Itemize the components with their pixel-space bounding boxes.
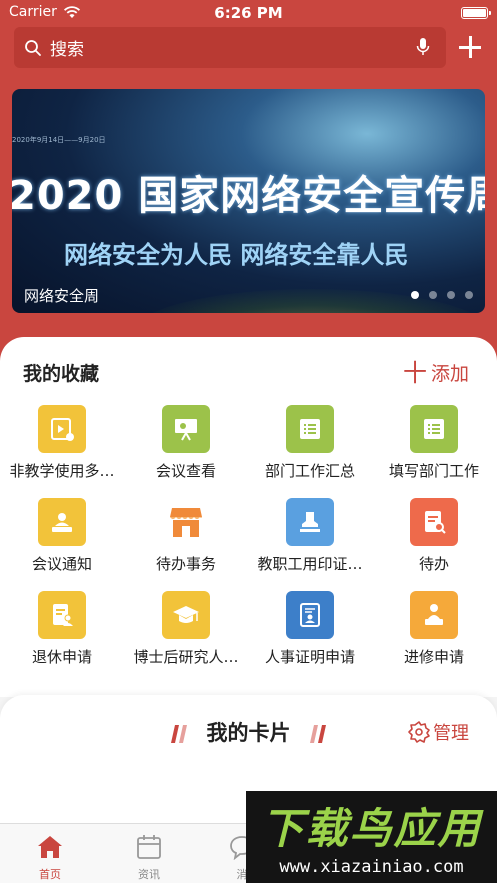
carousel-dot[interactable] <box>429 291 437 299</box>
carousel-dot[interactable] <box>447 291 455 299</box>
tab-label: 资讯 <box>138 868 160 881</box>
add-favorite-button[interactable]: 十 添加 <box>403 359 469 386</box>
favorite-item[interactable]: 会议查看 <box>124 405 248 481</box>
favorite-label: 部门工作汇总 <box>264 462 355 480</box>
gear-icon <box>408 721 430 743</box>
watermark-title: 下载鸟应用 <box>261 804 482 853</box>
list-icon <box>286 405 334 453</box>
presentation-icon <box>162 405 210 453</box>
banner-carousel[interactable]: 2020年9月14日——9月20日 2020 国家网络安全宣传周 网络安全为人民… <box>12 89 485 313</box>
person-study-icon <box>410 591 458 639</box>
favorite-label: 人事证明申请 <box>264 648 355 666</box>
favorite-label: 非教学使用多… <box>9 462 115 480</box>
favorites-section: 我的收藏 十 添加 非教学使用多… 会议查看 部门工作汇总 填写部门工作 会议通… <box>0 337 497 697</box>
home-icon <box>38 836 62 858</box>
manage-label: 管理 <box>433 723 469 744</box>
favorite-item[interactable]: 人事证明申请 <box>248 591 372 667</box>
favorites-title: 我的收藏 <box>23 363 100 385</box>
favorite-item[interactable]: 填写部门工作 <box>372 405 496 481</box>
favorite-label: 待办事务 <box>155 555 216 573</box>
banner-date: 2020年9月14日——9月20日 <box>12 136 106 144</box>
list-icon <box>410 405 458 453</box>
favorite-label: 填写部门工作 <box>388 462 479 480</box>
clock: 6:26 PM <box>214 4 283 22</box>
calendar-icon <box>137 835 161 859</box>
carousel-dot[interactable] <box>465 291 473 299</box>
plus-icon: 十 <box>402 358 427 387</box>
microphone-icon[interactable] <box>416 37 430 57</box>
tab-label: 首页 <box>39 868 61 881</box>
favorite-label: 教职工用印证… <box>257 555 363 573</box>
search-bar[interactable]: 搜索 <box>14 27 446 68</box>
carousel-dot[interactable] <box>411 291 419 299</box>
banner-slogan: 网络安全为人民 网络安全靠人民 <box>64 241 409 269</box>
graduation-cap-icon <box>162 591 210 639</box>
favorite-item[interactable]: 进修申请 <box>372 591 496 667</box>
favorite-item[interactable]: 退休申请 <box>0 591 124 667</box>
retire-document-icon <box>38 591 86 639</box>
favorite-item[interactable]: 非教学使用多… <box>0 405 124 481</box>
left-slashes-icon <box>171 725 188 743</box>
id-card-icon <box>286 591 334 639</box>
add-icon[interactable] <box>456 33 484 61</box>
battery-icon <box>461 7 491 19</box>
favorite-item[interactable]: 教职工用印证… <box>248 498 372 574</box>
banner-headline: 2020 国家网络安全宣传周 <box>12 173 485 219</box>
favorite-label: 进修申请 <box>403 648 464 666</box>
watermark-url: www.xiazainiao.com <box>279 857 464 877</box>
search-placeholder: 搜索 <box>50 40 84 60</box>
favorite-label: 会议通知 <box>31 555 92 573</box>
my-cards-title: 我的卡片 <box>206 721 291 745</box>
search-icon <box>25 39 41 56</box>
favorite-item[interactable]: 待办 <box>372 498 496 574</box>
add-label: 添加 <box>430 363 469 385</box>
favorite-item[interactable]: 部门工作汇总 <box>248 405 372 481</box>
favorite-item[interactable]: 博士后研究人… <box>124 591 248 667</box>
favorite-label: 待办 <box>418 555 449 573</box>
carousel-indicator[interactable] <box>411 291 473 299</box>
stamp-icon <box>286 498 334 546</box>
meeting-icon <box>38 498 86 546</box>
favorite-item[interactable]: 待办事务 <box>124 498 248 574</box>
favorite-label: 博士后研究人… <box>133 648 239 666</box>
manage-button[interactable]: 管理 <box>407 719 469 745</box>
favorite-label: 会议查看 <box>155 462 216 480</box>
watermark: 下载鸟应用 www.xiazainiao.com <box>246 791 497 883</box>
right-slashes-icon <box>309 725 326 743</box>
shop-icon <box>162 498 210 546</box>
status-bar: Carrier 6:26 PM <box>0 0 497 26</box>
banner-caption: 网络安全周 <box>24 287 100 305</box>
video-edit-icon <box>38 405 86 453</box>
favorite-label: 退休申请 <box>31 648 92 666</box>
document-search-icon <box>410 498 458 546</box>
tab-home[interactable]: 首页 <box>20 834 80 882</box>
favorite-item[interactable]: 会议通知 <box>0 498 124 574</box>
tab-news[interactable]: 资讯 <box>119 834 179 882</box>
